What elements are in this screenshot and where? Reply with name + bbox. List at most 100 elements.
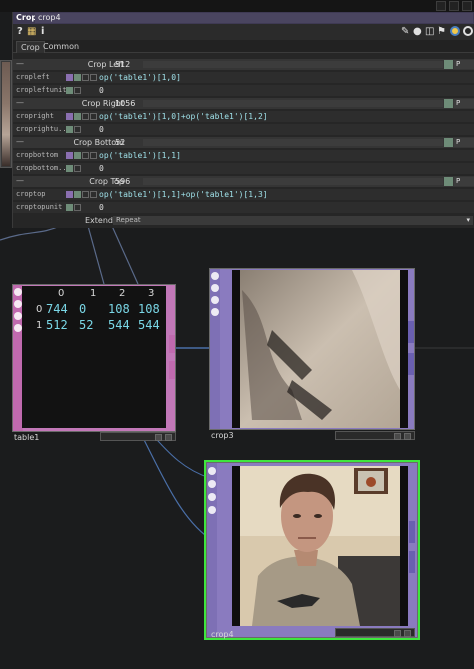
export-mode-icon[interactable] [82,113,89,120]
expression-mode-icon[interactable] [66,113,73,120]
node-flag-button[interactable] [165,434,172,441]
cropbottom-expression[interactable]: op('table1')[1,1] [99,150,181,161]
crop-bottom-value[interactable]: 52 [115,137,125,148]
constant-mode-icon[interactable] [66,126,73,133]
crop-left-slider[interactable] [143,61,443,68]
viewer-icon[interactable] [463,26,473,36]
cropleft-expr-row[interactable]: cropleft op('table1')[1,0] [13,72,474,83]
crop-left-value[interactable]: 512 [115,59,130,70]
output-connector[interactable] [169,361,175,379]
output-connector[interactable] [169,335,175,353]
crop3-viewer[interactable] [232,270,408,428]
constant-mode-icon[interactable] [66,87,73,94]
viewer-icon[interactable] [208,467,216,475]
expression-mode-icon[interactable] [66,152,73,159]
mode-button[interactable] [444,177,453,186]
crop-top-row[interactable]: — Crop Top 596 P [13,176,474,187]
cropbottomunit-value[interactable]: 0 [99,163,104,174]
constant-mode-icon[interactable] [74,74,81,81]
export-mode-icon[interactable] [74,165,81,172]
cropleftunit-value[interactable]: 0 [99,85,104,96]
cook-icon[interactable] [208,493,216,501]
viewer-icon[interactable] [211,272,219,280]
mode-button[interactable] [444,60,453,69]
bypass-icon[interactable] [14,300,22,308]
bind-mode-icon[interactable] [90,74,97,81]
lock-icon[interactable] [14,324,22,332]
crop-top-slider[interactable] [143,178,443,185]
croptopunit-row[interactable]: croptopunit 0 [13,202,474,213]
help-icon[interactable]: ? [17,26,23,38]
constant-mode-icon[interactable] [66,165,73,172]
edit-icon[interactable]: ✎ [401,26,409,38]
crop-left-row[interactable]: — Crop Left 512 P [13,59,474,70]
mode-button[interactable] [444,99,453,108]
node-flag-button[interactable] [394,630,401,637]
croptop-expr-row[interactable]: croptop op('table1')[1,1]+op('table1')[1… [13,189,474,200]
extend-dropdown[interactable]: Repeat ▾ [113,216,473,225]
cropleft-expression[interactable]: op('table1')[1,0] [99,72,181,83]
crop-bottom-slider[interactable] [143,139,443,146]
mode-button[interactable] [444,138,453,147]
copy-icon[interactable]: ◫ [425,26,434,38]
croprightunit-value[interactable]: 0 [99,124,104,135]
output-connector[interactable] [408,353,414,375]
constant-mode-icon[interactable] [74,113,81,120]
cropright-expression[interactable]: op('table1')[1,0]+op('table1')[1,2] [99,111,268,122]
node-name[interactable]: table1 [12,433,39,442]
bypass-icon[interactable] [211,284,219,292]
expression-mode-icon[interactable] [66,74,73,81]
output-connector[interactable] [409,551,415,573]
crop-right-value[interactable]: 1056 [115,98,135,109]
crop-top-value[interactable]: 596 [115,176,130,187]
cropleftunit-row[interactable]: cropleftunit 0 [13,85,474,96]
lock-icon[interactable] [211,308,219,316]
expression-mode-icon[interactable] [66,191,73,198]
operator-name-field[interactable]: crop4 [35,13,473,23]
export-mode-icon[interactable] [82,152,89,159]
mode-dropdown[interactable]: P [454,138,474,147]
lock-icon[interactable] [208,506,216,514]
crop4-viewer[interactable] [232,466,408,626]
constant-mode-icon[interactable] [74,191,81,198]
info-icon[interactable]: i [41,26,44,38]
mode-dropdown[interactable]: P [454,99,474,108]
mode-dropdown[interactable]: P [454,60,474,69]
croptop-expression[interactable]: op('table1')[1,1]+op('table1')[1,3] [99,189,268,200]
cook-icon[interactable] [211,296,219,304]
export-mode-icon[interactable] [74,126,81,133]
bookmark-icon[interactable]: ⚑ [437,26,446,38]
cook-icon[interactable] [14,312,22,320]
croprightunit-row[interactable]: croprightu... 0 [13,124,474,135]
cropbottom-expr-row[interactable]: cropbottom op('table1')[1,1] [13,150,474,161]
mode-dropdown[interactable]: P [454,177,474,186]
export-mode-icon[interactable] [74,87,81,94]
croptopunit-value[interactable]: 0 [99,202,104,213]
node-flag-button[interactable] [404,630,411,637]
node-flag-button[interactable] [155,434,162,441]
export-mode-icon[interactable] [82,191,89,198]
python-icon[interactable]: ▦ [27,26,36,38]
crop-right-row[interactable]: — Crop Right 1056 P [13,98,474,109]
tab-common[interactable]: Common [39,41,83,53]
bind-mode-icon[interactable] [90,191,97,198]
node-flag-button[interactable] [394,433,401,440]
constant-mode-icon[interactable] [66,204,73,211]
python-logo-icon[interactable] [450,26,460,36]
output-connector[interactable] [409,521,415,543]
comment-icon[interactable]: ● [413,26,422,38]
bind-mode-icon[interactable] [90,152,97,159]
node-name[interactable]: crop3 [209,431,234,440]
node-flag-button[interactable] [404,433,411,440]
node-name[interactable]: crop4 [209,630,234,639]
extend-row[interactable]: Extend Repeat ▾ [13,215,474,226]
cropright-expr-row[interactable]: cropright op('table1')[1,0]+op('table1')… [13,111,474,122]
export-mode-icon[interactable] [74,204,81,211]
crop-bottom-row[interactable]: — Crop Bottom 52 P [13,137,474,148]
bind-mode-icon[interactable] [90,113,97,120]
constant-mode-icon[interactable] [74,152,81,159]
output-connector[interactable] [408,321,414,343]
export-mode-icon[interactable] [82,74,89,81]
viewer-icon[interactable] [14,288,22,296]
bypass-icon[interactable] [208,480,216,488]
